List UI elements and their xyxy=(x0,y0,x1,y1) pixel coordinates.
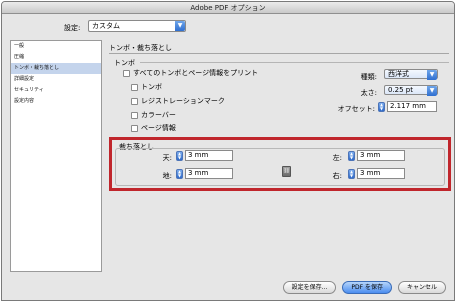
bleed-bottom-input[interactable]: 3 mm xyxy=(185,168,233,179)
stepper-down-icon: ▼ xyxy=(177,154,182,160)
bleed-left-stepper[interactable]: ▲ ▼ xyxy=(348,150,355,161)
crop-marks-label: トンボ xyxy=(141,83,162,91)
preset-select[interactable]: カスタム ▼ xyxy=(88,20,186,32)
sidebar-item-summary[interactable]: 設定内容 xyxy=(11,96,101,107)
page-info-label: ページ情報 xyxy=(141,124,176,132)
weight-value: 0.25 pt xyxy=(388,86,413,94)
type-label: 種類: xyxy=(360,73,377,81)
save-settings-button[interactable]: 設定を保存... xyxy=(282,281,337,294)
pdf-options-dialog: Adobe PDF オプション 設定: カスタム ▼ 一般 圧縮 トンボ・裁ち落… xyxy=(1,1,455,301)
color-bars-checkbox[interactable] xyxy=(131,111,138,119)
bleed-top-stepper[interactable]: ▲ ▼ xyxy=(176,150,183,161)
chevron-down-icon: ▼ xyxy=(427,86,437,96)
weight-label: 太さ: xyxy=(360,89,377,97)
page-title: トンボ・裁ち落とし xyxy=(109,44,172,52)
sidebar-item-general[interactable]: 一般 xyxy=(11,41,101,52)
dialog-buttons: 設定を保存... PDF を保存 キャンセル xyxy=(282,281,446,294)
bleed-left-field[interactable]: ▲ ▼ 3 mm xyxy=(348,150,405,161)
sidebar-item-security[interactable]: セキュリティ xyxy=(11,85,101,96)
weight-select[interactable]: 0.25 pt ▼ xyxy=(384,85,438,96)
chain-link-icon: ⛓ xyxy=(283,168,290,174)
cancel-button[interactable]: キャンセル xyxy=(397,281,446,294)
marks-group-label: トンボ xyxy=(114,59,135,67)
color-bars-row[interactable]: カラーバー xyxy=(131,110,176,120)
bleed-group: 天: ▲ ▼ 3 mm 地: ▲ ▼ 3 mm ⛓ 左: ▲ ▼ 3 mm 右: ▲ ▼… xyxy=(115,148,445,186)
title-divider xyxy=(109,53,449,54)
bleed-right-field[interactable]: ▲ ▼ 3 mm xyxy=(348,168,405,179)
registration-marks-row[interactable]: レジストレーションマーク xyxy=(131,96,225,106)
bleed-bottom-field[interactable]: ▲ ▼ 3 mm xyxy=(176,168,233,179)
offset-label: オフセット: xyxy=(337,105,375,113)
stepper-down-icon: ▼ xyxy=(349,172,354,178)
crop-marks-row[interactable]: トンボ xyxy=(131,82,162,92)
save-pdf-button[interactable]: PDF を保存 xyxy=(342,281,392,294)
all-marks-checkbox[interactable] xyxy=(123,69,130,77)
bleed-bottom-label: 地: xyxy=(162,172,172,180)
offset-input[interactable]: 2.117 mm xyxy=(387,101,437,112)
bleed-top-input[interactable]: 3 mm xyxy=(185,150,233,161)
offset-field[interactable]: ▲ ▼ 2.117 mm xyxy=(378,101,437,112)
bleed-highlight: 裁ち落とし 天: ▲ ▼ 3 mm 地: ▲ ▼ 3 mm ⛓ 左: ▲ ▼ 3 mm… xyxy=(109,137,451,191)
stepper-down-icon: ▼ xyxy=(379,105,384,111)
bleed-right-label: 右: xyxy=(332,172,342,180)
crop-marks-checkbox[interactable] xyxy=(131,83,138,91)
page-info-checkbox[interactable] xyxy=(131,124,138,132)
bleed-right-stepper[interactable]: ▲ ▼ xyxy=(348,168,355,179)
sidebar-item-compression[interactable]: 圧縮 xyxy=(11,52,101,63)
bleed-left-label: 左: xyxy=(332,154,342,162)
offset-stepper[interactable]: ▲ ▼ xyxy=(378,101,385,112)
registration-marks-checkbox[interactable] xyxy=(131,97,138,105)
window-title: Adobe PDF オプション xyxy=(2,2,454,14)
all-marks-label: すべてのトンボとページ情報をプリント xyxy=(133,69,259,77)
page-info-row[interactable]: ページ情報 xyxy=(131,123,176,133)
sidebar: 一般 圧縮 トンボ・裁ち落とし 詳細設定 セキュリティ 設定内容 xyxy=(10,40,102,272)
type-value: 西洋式 xyxy=(388,70,409,78)
all-marks-row[interactable]: すべてのトンボとページ情報をプリント xyxy=(123,68,258,78)
sidebar-item-marks-bleeds[interactable]: トンボ・裁ち落とし xyxy=(11,63,101,74)
preset-value: カスタム xyxy=(92,22,120,30)
bleed-right-input[interactable]: 3 mm xyxy=(357,168,405,179)
bleed-left-input[interactable]: 3 mm xyxy=(357,150,405,161)
chevron-down-icon: ▼ xyxy=(175,21,185,31)
stepper-down-icon: ▼ xyxy=(349,154,354,160)
type-select[interactable]: 西洋式 ▼ xyxy=(384,69,438,80)
registration-marks-label: レジストレーションマーク xyxy=(141,97,225,105)
preset-label: 設定: xyxy=(64,24,81,32)
bleed-bottom-stepper[interactable]: ▲ ▼ xyxy=(176,168,183,179)
link-bleed-button[interactable]: ⛓ xyxy=(282,166,291,177)
color-bars-label: カラーバー xyxy=(141,111,176,119)
bleed-top-field[interactable]: ▲ ▼ 3 mm xyxy=(176,150,233,161)
chevron-down-icon: ▼ xyxy=(427,70,437,80)
stepper-down-icon: ▼ xyxy=(177,172,182,178)
bleed-top-label: 天: xyxy=(162,154,172,162)
marks-group-divider xyxy=(140,62,449,63)
sidebar-item-advanced[interactable]: 詳細設定 xyxy=(11,74,101,85)
